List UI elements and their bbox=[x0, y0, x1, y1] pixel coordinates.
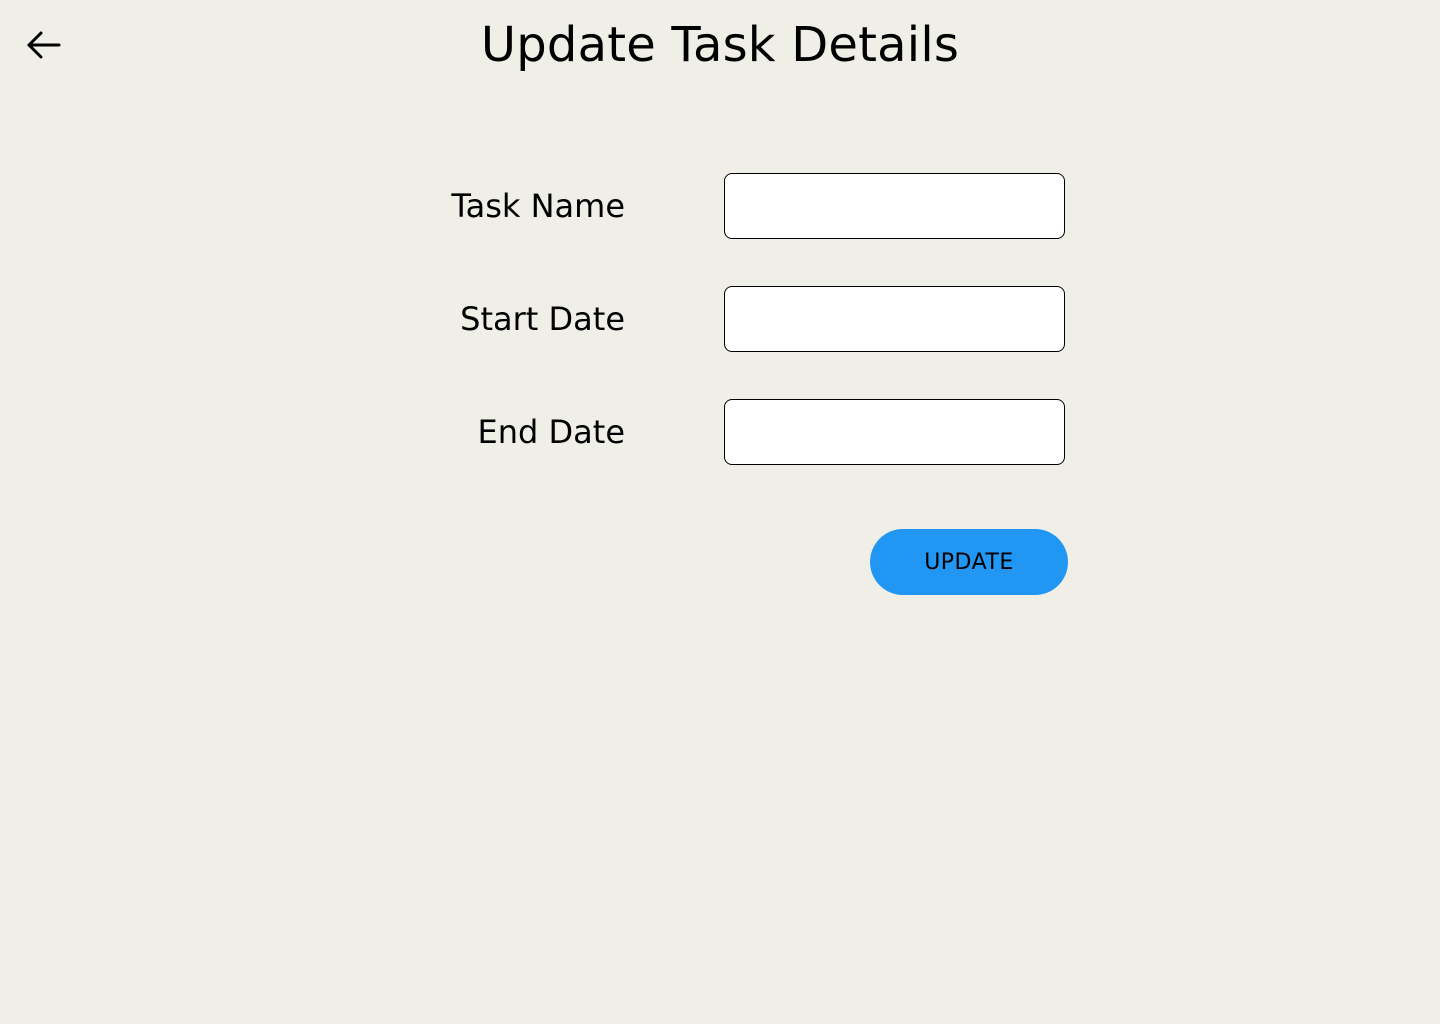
page-title: Update Task Details bbox=[480, 17, 960, 73]
end-date-label: End Date bbox=[477, 413, 625, 451]
start-date-row: Start Date bbox=[0, 286, 1440, 352]
end-date-row: End Date bbox=[0, 399, 1440, 465]
task-name-label: Task Name bbox=[451, 187, 625, 225]
start-date-label: Start Date bbox=[460, 300, 625, 338]
end-date-input[interactable] bbox=[724, 399, 1065, 465]
update-button[interactable]: UPDATE bbox=[870, 529, 1068, 595]
task-name-input[interactable] bbox=[724, 173, 1065, 239]
start-date-input[interactable] bbox=[724, 286, 1065, 352]
task-name-row: Task Name bbox=[0, 173, 1440, 239]
